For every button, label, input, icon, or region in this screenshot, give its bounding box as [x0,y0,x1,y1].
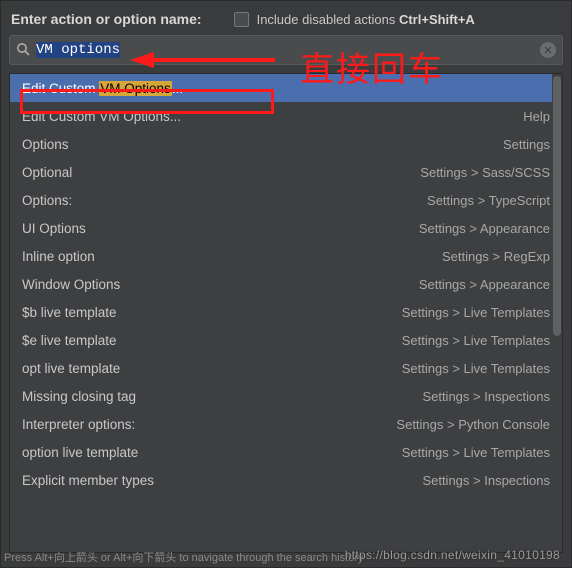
result-label: Edit Custom VM Options... [22,109,181,124]
find-action-panel: Enter action or option name: Include dis… [0,0,572,568]
result-row[interactable]: Explicit member types Settings > Inspecti… [10,466,562,494]
include-disabled-checkbox[interactable] [234,12,249,27]
result-label: Interpreter options: [22,417,135,432]
result-location: Settings > Live Templates [402,445,550,460]
result-location: Settings > RegExp [442,249,550,264]
result-label: Missing closing tag [22,389,136,404]
result-row[interactable]: Options: Settings > TypeScript [10,186,562,214]
result-row[interactable]: Optional Settings > Sass/SCSS [10,158,562,186]
result-label: $b live template [22,305,117,320]
result-location: Settings [503,137,550,152]
include-disabled-label: Include disabled actions Ctrl+Shift+A [257,12,475,27]
result-location: Settings > Inspections [422,389,550,404]
result-label: UI Options [22,221,86,236]
result-location: Settings > Sass/SCSS [420,165,550,180]
result-location: Settings > Live Templates [402,333,550,348]
header-label: Enter action or option name: [11,11,202,27]
result-label: Optional [22,165,72,180]
result-row[interactable]: option live template Settings > Live Temp… [10,438,562,466]
result-row[interactable]: Missing closing tag Settings > Inspection… [10,382,562,410]
result-row[interactable]: Interpreter options: Settings > Python Co… [10,410,562,438]
results-list: Edit Custom VM Options...Edit Custom VM … [9,73,563,553]
scrollbar[interactable] [552,74,562,552]
result-location: Settings > TypeScript [427,193,550,208]
result-label: $e live template [22,333,117,348]
result-location: Settings > Python Console [396,417,550,432]
result-label: Window Options [22,277,120,292]
result-label: option live template [22,445,138,460]
result-location: Settings > Live Templates [402,361,550,376]
result-row[interactable]: UI Options Settings > Appearance [10,214,562,242]
result-row[interactable]: $e live template Settings > Live Template… [10,326,562,354]
scrollbar-thumb[interactable] [553,76,561,336]
result-label: Inline option [22,249,95,264]
result-row[interactable]: Edit Custom VM Options... Help [10,102,562,130]
result-location: Settings > Inspections [422,473,550,488]
result-location: Settings > Appearance [419,221,550,236]
search-input[interactable] [30,42,540,58]
result-row[interactable]: Window Options Settings > Appearance [10,270,562,298]
result-location: Help [523,109,550,124]
result-row[interactable]: opt live template Settings > Live Templat… [10,354,562,382]
watermark: https://blog.csdn.net/weixin_41010198 [345,548,560,562]
result-row[interactable]: Edit Custom VM Options... [10,74,562,102]
result-label: Explicit member types [22,473,154,488]
result-label: Options [22,137,69,152]
result-label: opt live template [22,361,120,376]
result-label: Edit Custom VM Options... [22,81,183,96]
search-field-wrap[interactable]: ✕ [9,35,563,65]
result-label: Options: [22,193,72,208]
result-row[interactable]: Options Settings [10,130,562,158]
search-highlight: VM Options [99,81,172,96]
result-row[interactable]: $b live template Settings > Live Template… [10,298,562,326]
search-icon [16,42,30,59]
clear-icon[interactable]: ✕ [540,42,556,58]
header-row: Enter action or option name: Include dis… [9,7,563,35]
hint-bar: Press Alt+向上箭头 or Alt+向下箭头 to navigate t… [4,549,364,565]
result-row[interactable]: Inline option Settings > RegExp [10,242,562,270]
result-location: Settings > Live Templates [402,305,550,320]
result-location: Settings > Appearance [419,277,550,292]
